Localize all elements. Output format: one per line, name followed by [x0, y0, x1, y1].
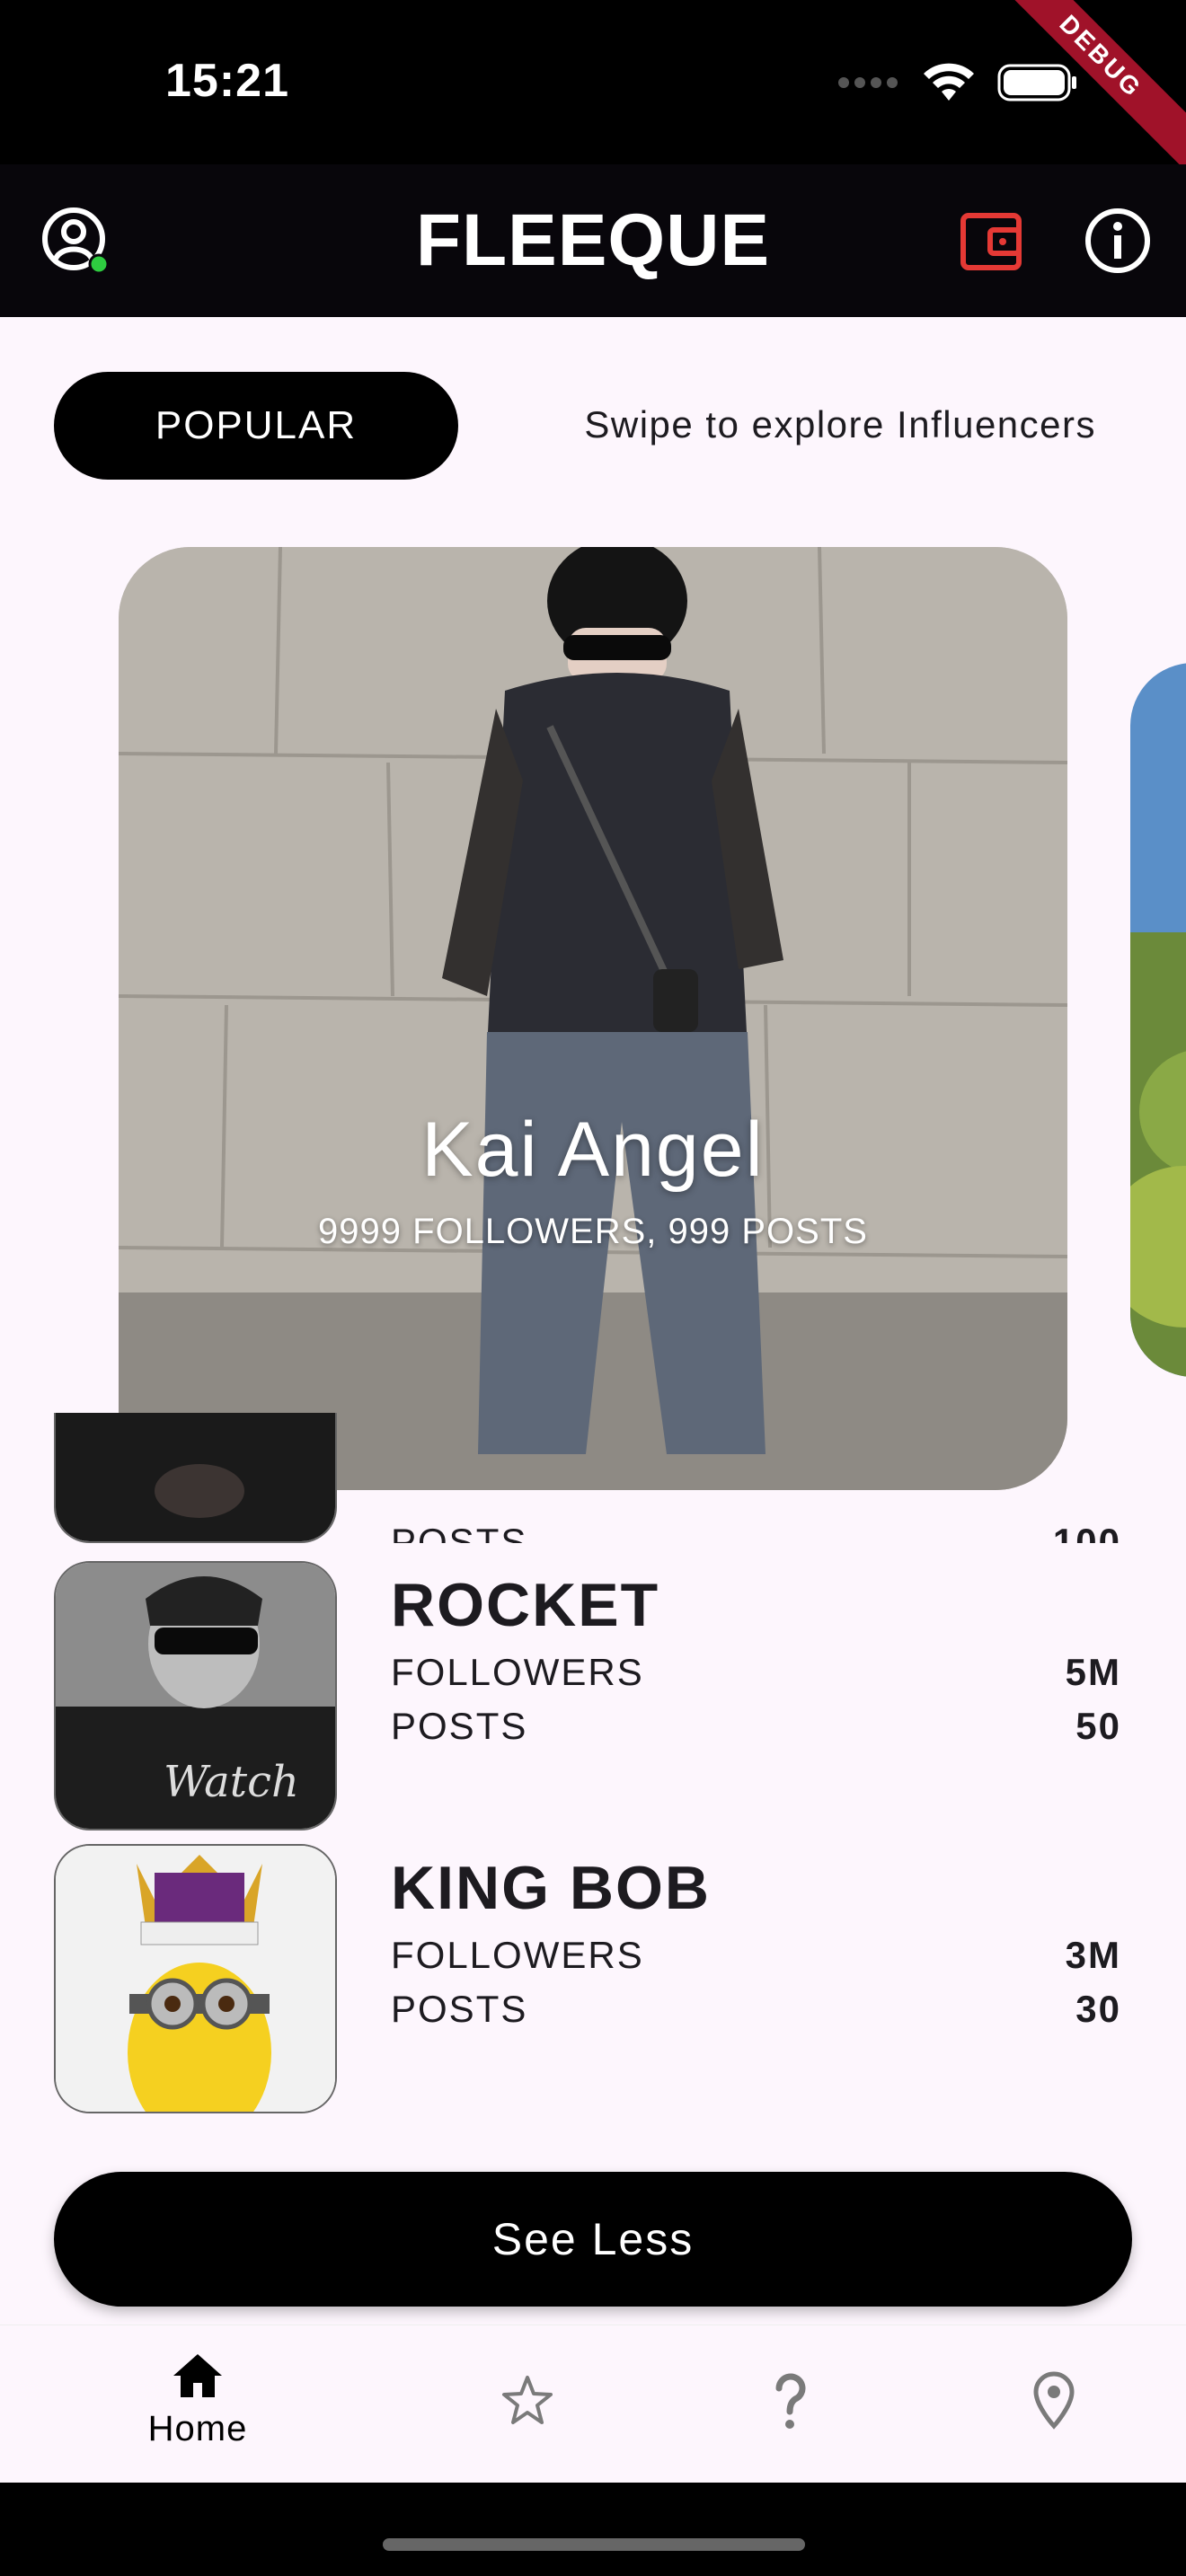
posts-row: POSTS 100: [391, 1521, 1132, 1543]
nav-home-label: Home: [147, 2409, 248, 2448]
next-influencer-card[interactable]: [1130, 663, 1186, 1377]
followers-row: FOLLOWERS 5M: [391, 1651, 1150, 1694]
app-bar: FLEEQUE: [0, 164, 1186, 317]
home-indicator[interactable]: [383, 2538, 805, 2551]
list-item-rocket[interactable]: Watch ROCKET FOLLOWERS 5M POSTS 50: [54, 1561, 1132, 1831]
followers-value: 3M: [1065, 1934, 1121, 1976]
influencer-name: KING BOB: [391, 1854, 711, 1922]
home-icon: [173, 2354, 222, 2397]
featured-name: Kai Angel: [421, 1107, 765, 1193]
next-card-photo: [1130, 663, 1186, 1377]
status-time: 15:21: [165, 55, 289, 107]
list-item-king-bob[interactable]: KING BOB FOLLOWERS 3M POSTS 30: [54, 1844, 1132, 2113]
nav-location[interactable]: [964, 2370, 1144, 2434]
posts-value: 50: [1075, 1705, 1121, 1747]
wifi-icon: [924, 63, 974, 101]
location-pin-icon: [1033, 2371, 1075, 2430]
status-bar: 15:21 DEBUG: [0, 0, 1186, 176]
home-indicator-area: [0, 2483, 1186, 2576]
bottom-navigation: Home: [0, 2325, 1186, 2483]
signal-dots-icon: [838, 77, 898, 88]
influencer-name: ROCKET: [391, 1571, 660, 1639]
posts-value: 30: [1075, 1988, 1121, 2030]
battery-icon: [997, 64, 1076, 101]
main-content: POPULAR Swipe to explore Influencers Kai…: [0, 317, 1186, 2325]
followers-label: FOLLOWERS: [391, 1934, 644, 1976]
see-less-button[interactable]: See Less: [54, 2172, 1132, 2307]
list-item[interactable]: POSTS 100: [54, 1413, 1132, 1543]
wallet-icon[interactable]: [956, 205, 1028, 277]
featured-photo: [119, 547, 1067, 1490]
influencer-thumbnail: [54, 1844, 337, 2113]
followers-row: FOLLOWERS 3M: [391, 1934, 1150, 1977]
svg-text:Watch: Watch: [164, 1757, 299, 1807]
posts-row: POSTS 30: [391, 1988, 1150, 2031]
posts-value: 100: [1052, 1521, 1121, 1543]
influencer-thumbnail: Watch: [54, 1561, 337, 1831]
swipe-hint: Swipe to explore Influencers: [584, 403, 1096, 446]
featured-influencer-card[interactable]: Kai Angel 9999 FOLLOWERS, 999 POSTS: [119, 547, 1067, 1490]
nav-home[interactable]: Home: [108, 2351, 288, 2449]
posts-row: POSTS 50: [391, 1705, 1150, 1748]
followers-value: 5M: [1065, 1651, 1121, 1693]
featured-stats: 9999 FOLLOWERS, 999 POSTS: [318, 1212, 868, 1251]
popular-filter-button[interactable]: POPULAR: [54, 372, 458, 480]
nav-favorites[interactable]: [438, 2372, 617, 2432]
influencer-thumbnail: [54, 1413, 337, 1543]
status-icons: [837, 63, 1078, 102]
help-icon: [775, 2373, 806, 2429]
star-icon: [502, 2376, 553, 2424]
nav-help[interactable]: [701, 2372, 881, 2436]
posts-label: POSTS: [391, 1705, 528, 1747]
info-icon[interactable]: [1082, 205, 1154, 277]
posts-label: POSTS: [391, 1521, 528, 1543]
posts-label: POSTS: [391, 1988, 528, 2030]
followers-label: FOLLOWERS: [391, 1651, 644, 1693]
